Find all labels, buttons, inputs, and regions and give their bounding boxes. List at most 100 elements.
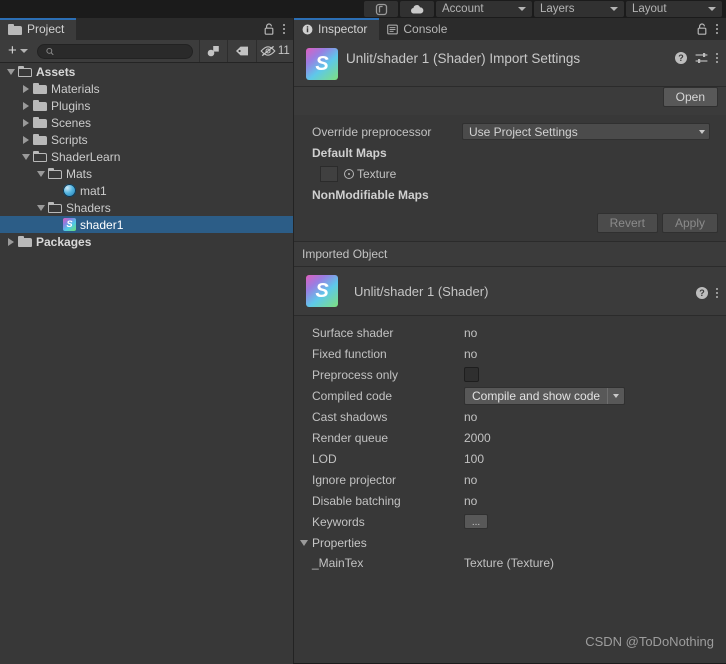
import-settings-title: Unlit/shader 1 (Shader) Import Settings [346, 51, 581, 66]
tree-item-label: ShaderLearn [51, 149, 121, 164]
filter-by-label-button[interactable] [228, 40, 256, 62]
imported-object-header-icons: ? [696, 283, 718, 299]
chevron-down-icon [610, 7, 618, 11]
triangle-right-icon[interactable] [19, 80, 33, 97]
project-asset-tree[interactable]: Assets Materials Plugins Scenes Scripts Shade… [0, 63, 293, 664]
hidden-objects-button[interactable]: 11 [257, 40, 293, 62]
triangle-down-icon[interactable] [34, 165, 48, 182]
filter-by-type-icon [207, 46, 219, 57]
folder-icon [33, 83, 47, 94]
collab-icon [375, 3, 387, 15]
object-picker-icon[interactable] [344, 168, 354, 179]
project-tabbar: Project [0, 18, 293, 40]
tree-item-shader1[interactable]: Sshader1 [0, 216, 293, 233]
property-checkbox-preprocess-only[interactable] [464, 367, 479, 382]
plus-icon: + [8, 42, 17, 59]
help-icon[interactable]: ? [675, 52, 687, 64]
search-box[interactable] [36, 43, 193, 59]
compiled-code-main-button[interactable]: Compile and show code [465, 388, 607, 404]
kebab-menu-icon[interactable] [283, 24, 285, 34]
tree-item-shaderlearn[interactable]: ShaderLearn [0, 148, 293, 165]
tabbar-spacer [459, 18, 697, 40]
folder-open-icon [33, 151, 47, 162]
triangle-right-icon[interactable] [4, 233, 18, 250]
tree-item-label: mat1 [80, 183, 107, 198]
revert-button[interactable]: Revert [596, 213, 658, 233]
filter-by-type-button[interactable] [200, 40, 228, 62]
help-icon[interactable]: ? [696, 287, 708, 299]
tree-item-label: Assets [36, 64, 76, 79]
kebab-menu-icon[interactable] [716, 53, 718, 63]
import-settings-header: S Unlit/shader 1 (Shader) Import Setting… [294, 40, 726, 87]
shader-icon: S [63, 218, 76, 231]
property-value-render-queue: 2000 [464, 430, 491, 445]
tree-item-packages[interactable]: Packages [0, 233, 293, 250]
apply-button[interactable]: Apply [661, 213, 718, 233]
tree-item-shaders[interactable]: Shaders [0, 199, 293, 216]
folder-open-icon [48, 202, 62, 213]
properties-foldout[interactable]: Properties [294, 532, 726, 552]
kebab-menu-icon[interactable] [716, 24, 718, 34]
property-row-render-queue: Render queue 2000 [294, 427, 726, 448]
override-preprocessor-row: Override preprocessor Use Project Settin… [294, 121, 726, 142]
override-preprocessor-value: Use Project Settings [469, 124, 578, 139]
search-input[interactable] [58, 44, 184, 58]
triangle-right-icon[interactable] [19, 131, 33, 148]
tree-item-assets[interactable]: Assets [0, 63, 293, 80]
open-button[interactable]: Open [662, 87, 718, 107]
tree-item-mats[interactable]: Mats [0, 165, 293, 182]
property-label-cast-shadows: Cast shadows [312, 409, 388, 424]
imported-object-header: S Unlit/shader 1 (Shader) ? [294, 267, 726, 316]
tree-twisty-spacer [49, 216, 63, 233]
layers-dropdown[interactable]: Layers [534, 1, 624, 17]
open-button-row: Open [294, 87, 726, 115]
texture-label: Texture [357, 166, 397, 181]
preset-icon[interactable] [695, 52, 708, 64]
keywords-button[interactable]: ... [464, 514, 488, 529]
tab-console[interactable]: Console [379, 18, 459, 40]
layout-dropdown[interactable]: Layout [626, 1, 722, 17]
tree-item-scripts[interactable]: Scripts [0, 131, 293, 148]
lock-icon[interactable] [264, 23, 274, 35]
imported-object-section-label: Imported Object [294, 241, 726, 267]
triangle-right-icon[interactable] [19, 97, 33, 114]
shader-asset-icon: S [306, 275, 338, 307]
info-icon [302, 24, 313, 34]
collab-icon-button[interactable] [364, 1, 398, 17]
property-row-preprocess-only: Preprocess only [294, 364, 726, 385]
tab-inspector-label: Inspector [318, 22, 368, 36]
cloud-icon-button[interactable] [400, 1, 434, 17]
property-value-fixed-function: no [464, 346, 478, 361]
tree-item-plugins[interactable]: Plugins [0, 97, 293, 114]
override-preprocessor-dropdown[interactable]: Use Project Settings [462, 123, 710, 140]
tab-inspector[interactable]: Inspector [294, 18, 380, 40]
tree-item-label: Plugins [51, 98, 91, 113]
tree-item-scenes[interactable]: Scenes [0, 114, 293, 131]
property-row-fixed-function: Fixed function no [294, 343, 726, 364]
property-label-disable-batching: Disable batching [312, 493, 401, 508]
folder-icon [18, 236, 32, 247]
tree-item-label: Mats [66, 166, 93, 181]
tree-item-mat1[interactable]: mat1 [0, 182, 293, 199]
import-settings-body: Override preprocessor Use Project Settin… [294, 115, 726, 241]
triangle-down-icon[interactable] [19, 148, 33, 165]
property-value-lod: 100 [464, 451, 485, 466]
create-asset-button[interactable]: + [0, 40, 35, 62]
tree-item-materials[interactable]: Materials [0, 80, 293, 97]
shader-property-name: _MainTex [312, 555, 364, 570]
tree-twisty-spacer [49, 182, 63, 199]
console-icon [387, 24, 399, 34]
texture-preview-swatch[interactable] [320, 165, 338, 182]
account-dropdown[interactable]: Account [436, 1, 532, 17]
tab-project[interactable]: Project [0, 18, 77, 40]
lock-icon[interactable] [697, 23, 707, 35]
property-value-surface-shader: no [464, 325, 478, 340]
shader-icon-letter: S [315, 53, 329, 75]
compiled-code-dropdown-button[interactable] [608, 388, 624, 404]
kebab-menu-icon[interactable] [716, 288, 718, 298]
triangle-right-icon[interactable] [19, 114, 33, 131]
compiled-code-split-button[interactable]: Compile and show code [464, 386, 626, 405]
triangle-down-icon[interactable] [4, 63, 18, 80]
triangle-down-icon[interactable] [34, 199, 48, 216]
filter-by-label-icon [235, 46, 248, 56]
